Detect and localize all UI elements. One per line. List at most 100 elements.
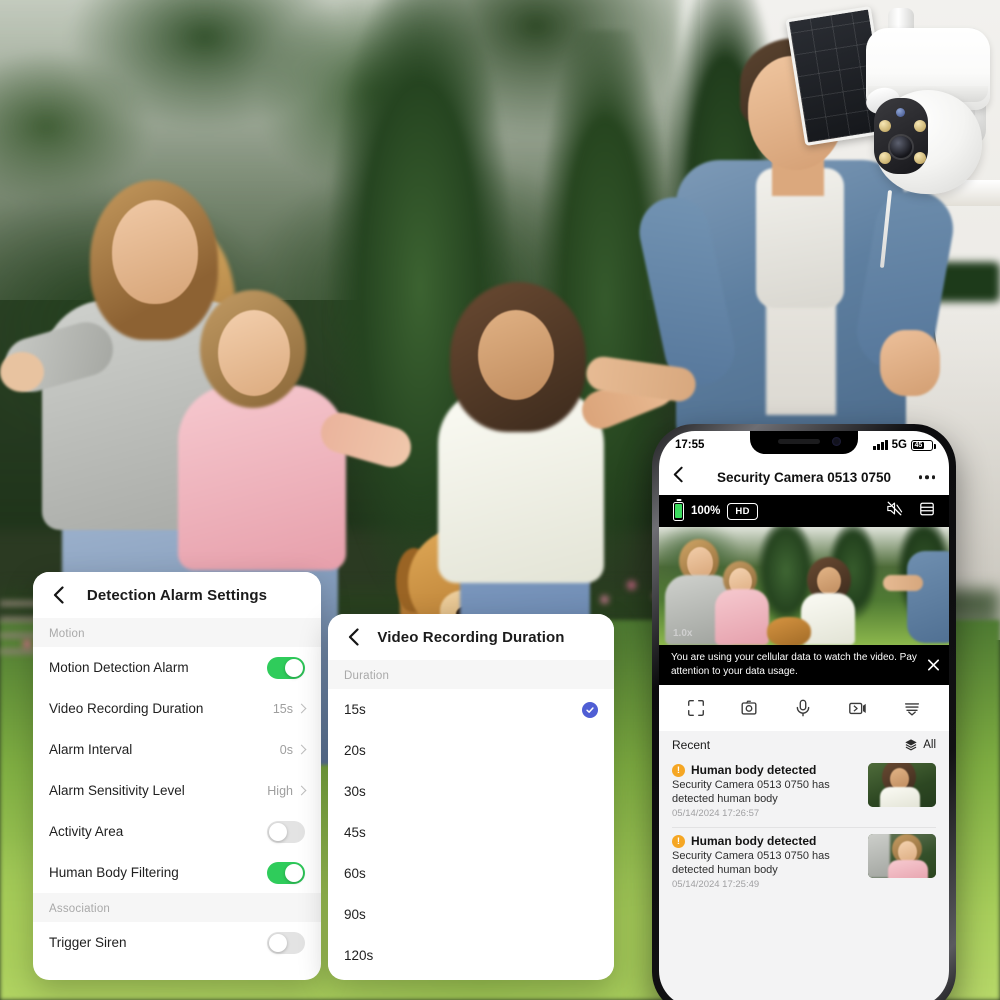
row-label: Human Body Filtering bbox=[49, 865, 179, 880]
row-label: Trigger Siren bbox=[49, 935, 127, 950]
battery-icon: 45 bbox=[911, 439, 936, 451]
event-description: Security Camera 0513 0750 has detected h… bbox=[672, 779, 830, 806]
event-title: Human body detected bbox=[691, 763, 817, 777]
human-body-filtering-toggle[interactable] bbox=[267, 861, 305, 884]
motion-detection-alarm-toggle[interactable] bbox=[267, 656, 305, 679]
thumbnail-image bbox=[868, 763, 936, 807]
close-x-icon[interactable] bbox=[926, 658, 941, 673]
option-label: 30s bbox=[344, 784, 366, 799]
row-label: Video Recording Duration bbox=[49, 701, 204, 716]
playback-list-icon bbox=[905, 703, 920, 716]
recent-title: Recent bbox=[672, 738, 711, 752]
alert-badge-icon: ! bbox=[672, 834, 685, 848]
earpiece-speaker bbox=[778, 439, 820, 444]
video-frame bbox=[659, 527, 949, 645]
duration-option-60s[interactable]: 60s bbox=[328, 853, 614, 894]
event-item[interactable]: ! Human body detected Security Camera 05… bbox=[659, 827, 949, 899]
back-button[interactable] bbox=[342, 626, 364, 648]
phone-screen: 17:55 5G 45 Security Camera 0513 0750 10… bbox=[659, 431, 949, 1000]
playback-button[interactable] bbox=[902, 698, 922, 718]
option-label: 45s bbox=[344, 825, 366, 840]
activity-area-toggle[interactable] bbox=[267, 820, 305, 843]
status-bar: 17:55 5G 45 bbox=[659, 431, 949, 459]
battery-level: 45 bbox=[913, 441, 924, 449]
status-indicators: 5G 45 bbox=[873, 439, 936, 451]
playback-speed-label[interactable]: 1.0x bbox=[673, 628, 692, 639]
row-video-recording-duration[interactable]: Video Recording Duration 15s bbox=[33, 688, 321, 729]
talk-button[interactable] bbox=[793, 698, 813, 718]
panel-header: Video Recording Duration bbox=[328, 614, 614, 660]
row-label: Motion Detection Alarm bbox=[49, 660, 189, 675]
screenshot-icon bbox=[741, 700, 757, 715]
chevron-right-icon bbox=[296, 785, 307, 796]
cellular-data-banner: You are using your cellular data to watc… bbox=[659, 645, 949, 685]
chevron-left-icon bbox=[348, 628, 359, 646]
recent-filter-label: All bbox=[923, 739, 936, 751]
camera-status-right bbox=[886, 501, 935, 522]
row-alarm-interval[interactable]: Alarm Interval 0s bbox=[33, 729, 321, 770]
back-button[interactable] bbox=[47, 584, 69, 606]
cellular-bars-icon bbox=[873, 440, 888, 450]
option-label: 90s bbox=[344, 907, 366, 922]
duration-option-45s[interactable]: 45s bbox=[328, 812, 614, 853]
row-alarm-sensitivity-level[interactable]: Alarm Sensitivity Level High bbox=[33, 770, 321, 811]
duration-option-20s[interactable]: 20s bbox=[328, 730, 614, 771]
record-video-icon bbox=[848, 702, 866, 715]
alarm-interval-value: 0s bbox=[279, 742, 293, 757]
front-camera-icon bbox=[832, 437, 841, 446]
recent-filter-all[interactable]: All bbox=[904, 738, 936, 752]
event-thumbnail[interactable] bbox=[868, 763, 936, 807]
thumbnail-image bbox=[868, 834, 936, 879]
screenshot-button[interactable] bbox=[739, 698, 759, 718]
camera-name-title: Security Camera 0513 0750 bbox=[716, 469, 892, 485]
speaker-muted-icon[interactable] bbox=[886, 501, 903, 521]
row-value: 0s bbox=[279, 742, 307, 757]
chevron-right-icon bbox=[296, 703, 307, 714]
storage-list-icon[interactable] bbox=[919, 501, 935, 522]
camera-lens-icon bbox=[890, 136, 912, 158]
row-value: 15s bbox=[272, 701, 307, 716]
section-header-motion: Motion bbox=[33, 618, 321, 647]
duration-option-120s[interactable]: 120s bbox=[328, 935, 614, 976]
alert-badge-icon: ! bbox=[672, 763, 685, 777]
selected-check-icon bbox=[582, 701, 598, 718]
app-header: Security Camera 0513 0750 bbox=[659, 459, 949, 495]
duration-option-30s[interactable]: 30s bbox=[328, 771, 614, 812]
record-button[interactable] bbox=[847, 698, 869, 718]
duration-option-15s[interactable]: 15s bbox=[328, 689, 614, 730]
row-value: High bbox=[267, 783, 307, 798]
video-recording-duration-value: 15s bbox=[272, 701, 293, 716]
row-human-body-filtering[interactable]: Human Body Filtering bbox=[33, 852, 321, 893]
more-dots-icon[interactable] bbox=[918, 475, 935, 479]
fullscreen-button[interactable] bbox=[686, 698, 706, 718]
event-timestamp: 05/14/2024 17:26:57 bbox=[672, 808, 760, 820]
option-label: 60s bbox=[344, 866, 366, 881]
page-title: Detection Alarm Settings bbox=[86, 586, 268, 604]
trigger-siren-toggle[interactable] bbox=[267, 931, 305, 954]
recent-header: Recent All bbox=[659, 731, 949, 756]
event-thumbnail[interactable] bbox=[868, 834, 936, 879]
detection-alarm-settings-panel: Detection Alarm Settings Motion Motion D… bbox=[33, 572, 321, 980]
alarm-sensitivity-value: High bbox=[267, 783, 293, 798]
row-activity-area[interactable]: Activity Area bbox=[33, 811, 321, 852]
phone-notch bbox=[750, 431, 858, 454]
chevron-right-icon bbox=[296, 744, 307, 755]
row-label: Activity Area bbox=[49, 824, 124, 839]
event-content: ! Human body detected Security Camera 05… bbox=[672, 763, 860, 819]
event-title-row: ! Human body detected bbox=[672, 763, 860, 777]
option-label: 15s bbox=[344, 702, 366, 717]
row-trigger-siren[interactable]: Trigger Siren bbox=[33, 922, 321, 963]
event-item[interactable]: ! Human body detected Security Camera 05… bbox=[659, 756, 949, 828]
live-video-player[interactable]: 1.0x bbox=[659, 527, 949, 645]
back-button[interactable] bbox=[673, 466, 683, 488]
event-title-row: ! Human body detected bbox=[672, 834, 860, 848]
panel-header: Detection Alarm Settings bbox=[33, 572, 321, 618]
row-label: Alarm Sensitivity Level bbox=[49, 783, 185, 798]
duration-option-90s[interactable]: 90s bbox=[328, 894, 614, 935]
chevron-left-icon bbox=[53, 586, 64, 604]
video-recording-duration-panel: Video Recording Duration Duration 15s 20… bbox=[328, 614, 614, 980]
row-motion-detection-alarm[interactable]: Motion Detection Alarm bbox=[33, 647, 321, 688]
quality-chip[interactable]: HD bbox=[727, 502, 758, 520]
fullscreen-icon bbox=[687, 700, 704, 716]
option-label: 20s bbox=[344, 743, 366, 758]
